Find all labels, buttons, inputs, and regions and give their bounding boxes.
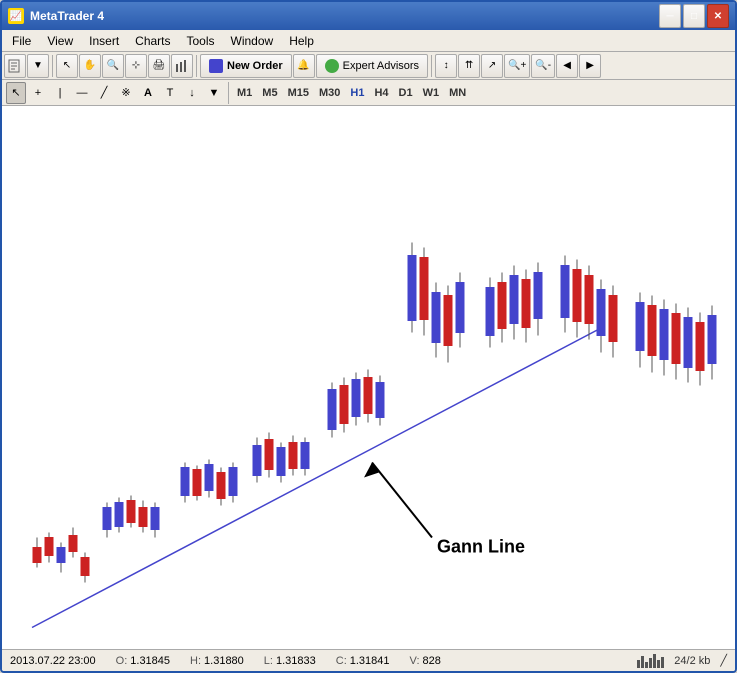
order-icon — [209, 59, 223, 73]
menu-charts[interactable]: Charts — [127, 30, 178, 51]
separator-1 — [52, 55, 53, 77]
zoom-in-button[interactable]: 🔍+ — [504, 54, 530, 78]
status-bar: 2013.07.22 23:00 O: 1.31845 H: 1.31880 L… — [2, 649, 735, 671]
open-label: O: — [116, 655, 128, 667]
menu-help[interactable]: Help — [281, 30, 322, 51]
zoom-button[interactable]: 🔍 — [102, 54, 124, 78]
tf-w1[interactable]: W1 — [419, 83, 444, 103]
menu-tools[interactable]: Tools — [179, 30, 223, 51]
volume-indicator — [637, 654, 664, 668]
expert-advisors-button[interactable]: Expert Advisors — [316, 54, 428, 78]
tf-h4[interactable]: H4 — [370, 83, 392, 103]
trade-btn3[interactable]: ↗ — [481, 54, 503, 78]
separator-3 — [431, 55, 432, 77]
vertical-line-tool[interactable]: | — [50, 82, 70, 104]
tf-mn[interactable]: MN — [445, 83, 470, 103]
tf-m30[interactable]: M30 — [315, 83, 344, 103]
tf-m15[interactable]: M15 — [284, 83, 313, 103]
high-price: H: 1.31880 — [190, 655, 244, 667]
maximize-button[interactable]: □ — [683, 4, 705, 28]
crosshair-button[interactable]: ⊹ — [125, 54, 147, 78]
chart-container[interactable]: Gann Line — [2, 106, 735, 649]
separator-4 — [228, 82, 229, 104]
vol-bar-6 — [657, 660, 660, 668]
open-price: O: 1.31845 — [116, 655, 170, 667]
hand-button[interactable]: ✋ — [79, 54, 101, 78]
menu-window[interactable]: Window — [223, 30, 282, 51]
new-order-button[interactable]: New Order — [200, 54, 292, 78]
chart-date: 2013.07.22 23:00 — [10, 655, 96, 667]
new-chart-icon — [8, 59, 22, 73]
svg-text:Gann Line: Gann Line — [437, 537, 525, 557]
chart-area[interactable]: Gann Line — [2, 106, 735, 649]
menu-file[interactable]: File — [4, 30, 39, 51]
open-value: 1.31845 — [130, 655, 170, 667]
crosshair-tool[interactable]: + — [28, 82, 48, 104]
file-size: 24/2 kb — [674, 655, 710, 667]
trade-btn2[interactable]: ⇈ — [458, 54, 480, 78]
title-bar-left: 📈 MetaTrader 4 — [8, 8, 104, 24]
scroll-left-button[interactable]: ◀ — [556, 54, 578, 78]
arrow-tool[interactable]: ↓ — [182, 82, 202, 104]
vol-bar-3 — [645, 662, 648, 668]
app-icon: 📈 — [8, 8, 24, 24]
ea-icon — [325, 59, 339, 73]
scroll-right-button[interactable]: ▶ — [579, 54, 601, 78]
chart-icon — [175, 59, 189, 73]
tf-d1[interactable]: D1 — [395, 83, 417, 103]
low-price: L: 1.31833 — [264, 655, 316, 667]
close-price: C: 1.31841 — [336, 655, 390, 667]
close-button[interactable]: ✕ — [707, 4, 729, 28]
high-label: H: — [190, 655, 201, 667]
horizontal-line-tool[interactable]: — — [72, 82, 92, 104]
dropdown2[interactable]: ▼ — [204, 82, 224, 104]
alert-icon[interactable]: 🔔 — [293, 54, 315, 78]
vol-bar-1 — [637, 660, 640, 668]
tf-h1[interactable]: H1 — [346, 83, 368, 103]
vol-bar-5 — [653, 654, 656, 668]
zoom-out-button[interactable]: 🔍- — [531, 54, 555, 78]
trendline-tool[interactable]: ╱ — [94, 82, 114, 104]
low-label: L: — [264, 655, 273, 667]
tf-m5[interactable]: M5 — [258, 83, 281, 103]
tf-m1[interactable]: M1 — [233, 83, 256, 103]
trade-btn1[interactable]: ↕ — [435, 54, 457, 78]
vol-bar-4 — [649, 658, 652, 668]
title-bar: 📈 MetaTrader 4 ─ □ ✕ — [2, 2, 735, 30]
arrow-button[interactable]: ↖ — [56, 54, 78, 78]
title-bar-controls: ─ □ ✕ — [659, 4, 729, 28]
menu-insert[interactable]: Insert — [81, 30, 127, 51]
new-chart-button[interactable] — [4, 54, 26, 78]
dropdown-button[interactable]: ▼ — [27, 54, 49, 78]
low-value: 1.31833 — [276, 655, 316, 667]
toolbar-drawing: ↖ + | — ╱ ※ A T ↓ ▼ M1 M5 M15 M30 H1 H4 … — [2, 80, 735, 106]
minimize-button[interactable]: ─ — [659, 4, 681, 28]
status-right: 24/2 kb ╱ — [637, 654, 727, 668]
scroll-indicator: ╱ — [720, 654, 727, 667]
toolbar-main: ▼ ↖ ✋ 🔍 ⊹ 🖨 New Order 🔔 Expert Advisors … — [2, 52, 735, 80]
cursor-tool[interactable]: ↖ — [6, 82, 26, 104]
text-box-tool[interactable]: T — [160, 82, 180, 104]
chart-svg: Gann Line — [2, 106, 735, 649]
window-title: MetaTrader 4 — [30, 9, 104, 23]
volume-label: V: — [410, 655, 420, 667]
volume: V: 828 — [410, 655, 441, 667]
chart-btn[interactable] — [171, 54, 193, 78]
close-label: C: — [336, 655, 347, 667]
menu-view[interactable]: View — [39, 30, 81, 51]
volume-value: 828 — [423, 655, 441, 667]
main-window: 📈 MetaTrader 4 ─ □ ✕ File View Insert Ch… — [0, 0, 737, 673]
vol-bar-7 — [661, 657, 664, 668]
print-button[interactable]: 🖨 — [148, 54, 170, 78]
close-value: 1.31841 — [350, 655, 390, 667]
menu-bar: File View Insert Charts Tools Window Hel… — [2, 30, 735, 52]
text-tool[interactable]: A — [138, 82, 158, 104]
separator-2 — [196, 55, 197, 77]
high-value: 1.31880 — [204, 655, 244, 667]
vol-bar-2 — [641, 656, 644, 668]
gann-tool[interactable]: ※ — [116, 82, 136, 104]
